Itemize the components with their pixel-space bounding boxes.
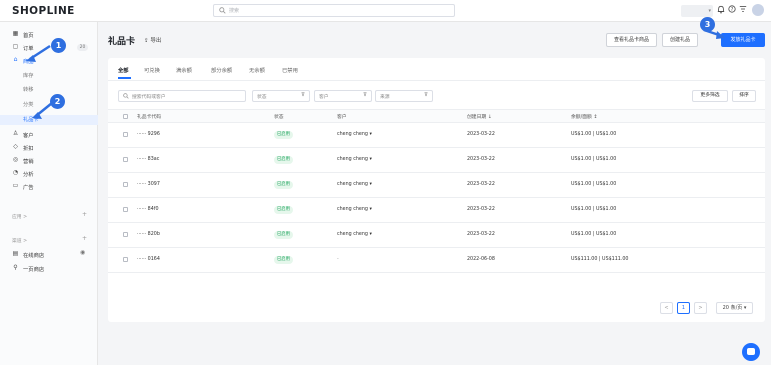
callout-step-2: 2 <box>50 94 65 109</box>
callout-step-1: 1 <box>51 38 66 53</box>
chat-support-button[interactable] <box>742 343 760 361</box>
arrow-3-head <box>716 31 725 39</box>
tutorial-arrows <box>26 28 725 119</box>
callout-step-3: 3 <box>700 17 715 32</box>
chat-icon <box>747 348 755 355</box>
